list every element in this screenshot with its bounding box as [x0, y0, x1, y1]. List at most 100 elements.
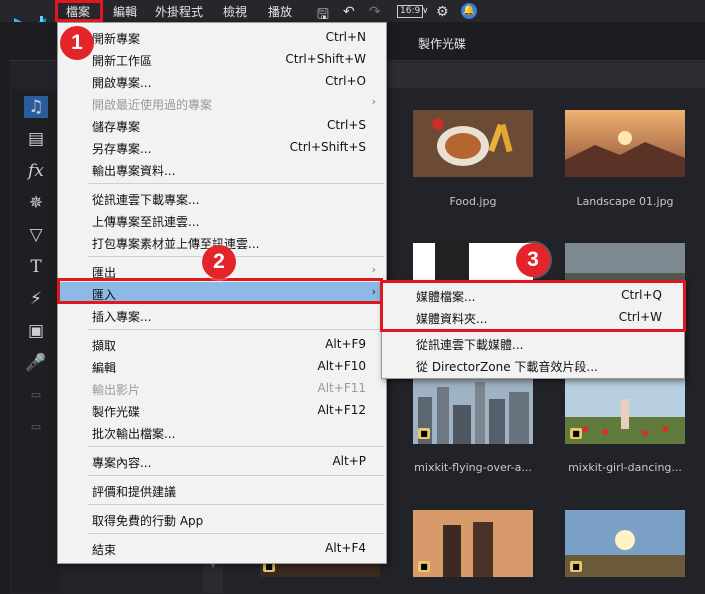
scroll-down-button[interactable]: ▼	[203, 560, 223, 593]
media-label: Landscape 01.jpg	[576, 195, 674, 208]
menu-item-rate-feedback[interactable]: 評價和提供建議	[58, 479, 386, 501]
menu-item-produce-video[interactable]: 輸出影片 Alt+F11	[58, 377, 386, 399]
aspect-ratio-select[interactable]: 16:9	[397, 5, 424, 18]
menu-item-label: 從訊連雲下載專案...	[92, 193, 200, 207]
particle-icon[interactable]: ✵	[24, 192, 48, 214]
menu-separator	[88, 533, 384, 534]
menu-item-recent-projects[interactable]: 開啟最近使用過的專案 ›	[58, 92, 386, 114]
menu-item-create-disc[interactable]: 製作光碟 Alt+F12	[58, 399, 386, 421]
transition-icon[interactable]: ⚡	[24, 288, 48, 310]
menu-separator	[88, 329, 384, 330]
media-thumb-sunset[interactable]	[565, 510, 685, 577]
menu-item-label: 製作光碟	[92, 405, 141, 419]
menu-bar: 檔案 編輯 外掛程式 檢視 播放 🖫 ↶ ↷ 16:9 ∨ ⚙ 🔔	[0, 0, 705, 23]
callout-badge: 3	[516, 243, 550, 277]
menu-item-save-project[interactable]: 儲存專案 Ctrl+S	[58, 114, 386, 136]
fx-icon[interactable]: fx	[24, 160, 48, 182]
menu-item-label: 從訊連雲下載媒體...	[416, 338, 524, 352]
menu-item-label: 輸出專案資料...	[92, 164, 176, 178]
highlight-file-menu	[55, 0, 103, 22]
menu-item-open-project[interactable]: 開啟專案... Ctrl+O	[58, 70, 386, 92]
media-thumb-food[interactable]	[413, 110, 533, 177]
media-thumb-city[interactable]	[413, 377, 533, 444]
chapter-icon[interactable]: ▭	[24, 384, 48, 406]
video-clip-icon: ■	[418, 561, 430, 572]
highlight-import-options	[380, 280, 686, 332]
clapper-icon[interactable]: ▤	[24, 128, 48, 150]
menu-item-shortcut: Ctrl+N	[325, 30, 366, 44]
menu-item-shortcut: Ctrl+O	[325, 74, 366, 88]
menu-item-mobile-app[interactable]: 取得免費的行動 App	[58, 508, 386, 530]
callout-badge: 1	[60, 26, 94, 60]
menu-edit[interactable]: 編輯	[113, 3, 137, 20]
menu-item-label: 開新工作區	[92, 54, 153, 68]
gear-icon[interactable]: ⚙	[436, 4, 449, 20]
menu-item-exit[interactable]: 結束 Alt+F4	[58, 537, 386, 559]
menu-separator	[88, 446, 384, 447]
callout-badge: 2	[202, 245, 236, 279]
menu-item-label: 另存專案...	[92, 142, 152, 156]
redo-icon[interactable]: ↷	[369, 4, 381, 20]
media-thumb-landscape[interactable]	[565, 110, 685, 177]
menu-item-new-project[interactable]: 開新專案 Ctrl+N	[58, 26, 386, 48]
menu-plugins[interactable]: 外掛程式	[155, 3, 203, 20]
menu-item-label: 評價和提供建議	[92, 485, 177, 499]
media-thumb-girl[interactable]	[565, 377, 685, 444]
menu-item-insert-project[interactable]: 插入專案...	[58, 304, 386, 326]
menu-item-export-project-data[interactable]: 輸出專案資料...	[58, 158, 386, 180]
menu-item-label: 專案內容...	[92, 456, 152, 470]
menu-item-shortcut: Alt+F9	[325, 337, 366, 351]
submenu-item-download-cloud-media[interactable]: 從訊連雲下載媒體...	[382, 332, 684, 354]
chevron-right-icon: ›	[371, 263, 376, 276]
menu-separator	[88, 256, 384, 257]
menu-item-download-cloud-project[interactable]: 從訊連雲下載專案...	[58, 187, 386, 209]
menu-item-shortcut: Alt+F12	[317, 403, 366, 417]
menu-item-label: 儲存專案	[92, 120, 141, 134]
highlight-import-item	[57, 278, 383, 304]
menu-item-shortcut: Alt+F4	[325, 541, 366, 555]
media-thumb-couple[interactable]	[413, 510, 533, 577]
menu-item-shortcut: Alt+P	[332, 454, 366, 468]
menu-item-label: 取得免費的行動 App	[92, 514, 204, 528]
menu-item-label: 編輯	[92, 361, 117, 375]
notification-icon[interactable]: 🔔	[461, 3, 477, 19]
spray-icon[interactable]: ▽	[24, 224, 48, 246]
menu-item-label: 擷取	[92, 339, 117, 353]
microphone-icon[interactable]: 🎤	[24, 352, 48, 374]
menu-playback[interactable]: 播放	[268, 3, 292, 20]
subtitle-icon[interactable]: ▭	[24, 416, 48, 438]
menu-item-batch-produce[interactable]: 批次輸出檔案...	[58, 421, 386, 443]
media-room-icon[interactable]: ♫	[24, 96, 48, 118]
menu-item-shortcut: Alt+F10	[317, 359, 366, 373]
video-clip-icon: ■	[570, 561, 582, 572]
menu-item-label: 批次輸出檔案...	[92, 427, 176, 441]
media-label: Food.jpg	[449, 195, 497, 208]
video-clip-icon: ■	[418, 428, 430, 439]
title-icon[interactable]: T	[24, 256, 48, 278]
submenu-item-directorzone-sound[interactable]: 從 DirectorZone 下載音效片段...	[382, 354, 684, 376]
undo-icon[interactable]: ↶	[343, 4, 355, 20]
menu-item-label: 開新專案	[92, 32, 141, 46]
menu-item-save-as[interactable]: 另存專案... Ctrl+Shift+S	[58, 136, 386, 158]
menu-separator	[88, 475, 384, 476]
pip-icon[interactable]: ▣	[24, 320, 48, 342]
chevron-down-icon[interactable]: ∨	[422, 6, 429, 16]
menu-item-upload-cloud-project[interactable]: 上傳專案至訊連雲...	[58, 209, 386, 231]
menu-item-shortcut: Ctrl+S	[326, 118, 366, 132]
chevron-right-icon: ›	[371, 95, 376, 108]
menu-item-new-workspace[interactable]: 開新工作區 Ctrl+Shift+W	[58, 48, 386, 70]
video-clip-icon: ■	[570, 428, 582, 439]
menu-separator	[88, 183, 384, 184]
menu-item-label: 從 DirectorZone 下載音效片段...	[416, 360, 598, 374]
menu-item-project-properties[interactable]: 專案內容... Alt+P	[58, 450, 386, 472]
menu-item-label: 開啟專案...	[92, 76, 152, 90]
tab-produce-disc[interactable]: 製作光碟	[418, 35, 466, 52]
menu-view[interactable]: 檢視	[223, 3, 247, 20]
menu-item-capture[interactable]: 擷取 Alt+F9	[58, 333, 386, 355]
menu-separator	[88, 504, 384, 505]
menu-item-edit[interactable]: 編輯 Alt+F10	[58, 355, 386, 377]
menu-item-label: 開啟最近使用過的專案	[92, 98, 213, 112]
menu-item-label: 輸出影片	[92, 383, 141, 397]
menu-item-shortcut: Ctrl+Shift+S	[289, 140, 366, 154]
menu-item-label: 打包專案素材並上傳至訊連雲...	[92, 237, 260, 251]
